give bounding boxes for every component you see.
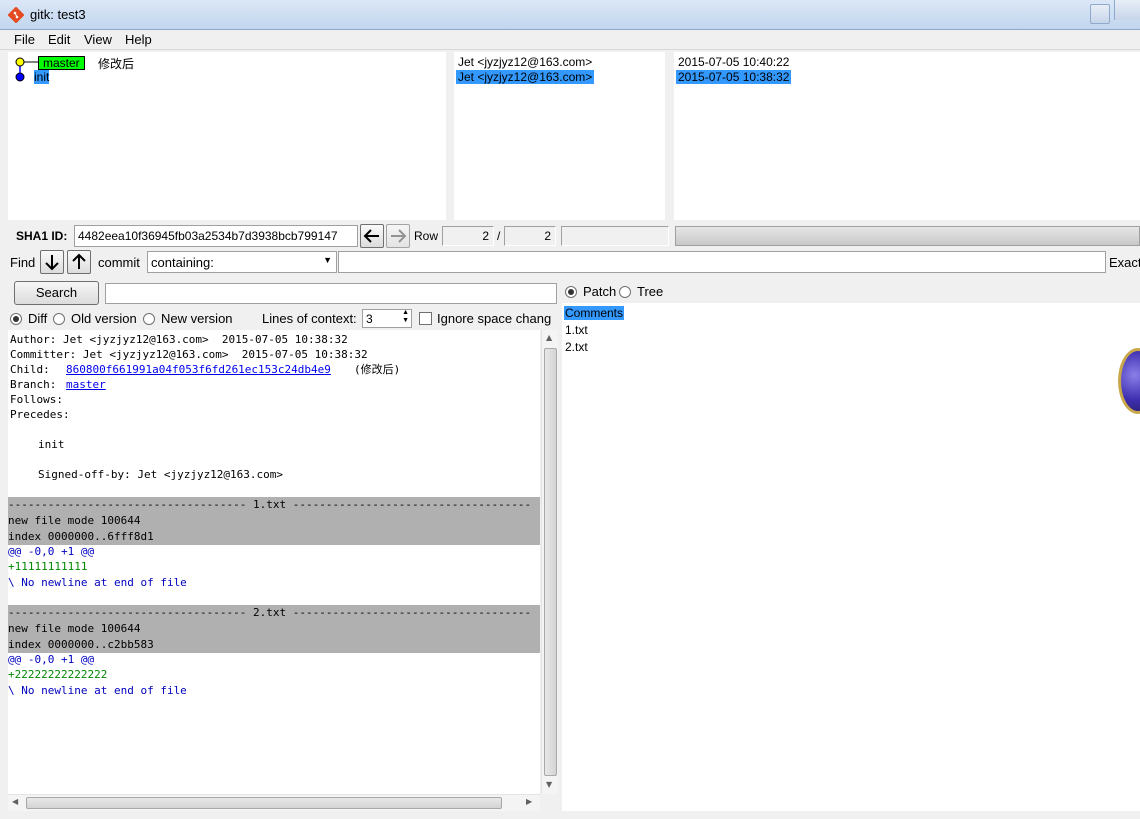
tree-label[interactable]: Tree	[637, 284, 663, 299]
diff-committer: Committer: Jet <jyzjyz12@163.com> 2015-0…	[10, 348, 368, 361]
title-bar: gitk: test3	[0, 0, 1140, 30]
file-index-2: index 0000000..c2bb583	[8, 638, 154, 651]
commit-signoff: Signed-off-by: Jet <jyzjyz12@163.com>	[38, 468, 284, 481]
menu-help[interactable]: Help	[125, 32, 152, 47]
status-field	[561, 226, 669, 246]
close-button[interactable]	[1114, 0, 1140, 20]
diff-child-label: Child:	[10, 363, 50, 376]
lines-of-context-spinner[interactable]: 3 ▲ ▼	[362, 309, 412, 328]
diff-pane[interactable]: Author: Jet <jyzjyz12@163.com> 2015-07-0…	[8, 330, 540, 794]
scroll-left-icon[interactable]: ◀	[12, 797, 18, 806]
old-version-label[interactable]: Old version	[71, 311, 137, 326]
commit-author-pane[interactable]: Jet <jyzjyz12@163.com> Jet <jyzjyz12@163…	[454, 52, 665, 220]
ignore-space-label[interactable]: Ignore space chang	[437, 311, 551, 326]
diff-vertical-scrollbar[interactable]: ▲ ▼	[541, 330, 558, 794]
diff-radio[interactable]	[10, 313, 22, 325]
menu-file[interactable]: File	[14, 32, 35, 47]
file-header-1[interactable]: ------------------------------------ 1.t…	[8, 497, 531, 512]
commit-graph-pane[interactable]: master 修改后 init	[8, 52, 446, 220]
menu-view[interactable]: View	[84, 32, 112, 47]
file-list-pane[interactable]: Comments 1.txt 2.txt	[562, 303, 1140, 811]
commit-message-selected[interactable]: init	[34, 70, 50, 84]
hunk-header-1: @@ -0,0 +1 @@	[8, 545, 95, 558]
commit-message[interactable]: 修改后	[98, 55, 134, 72]
hunk-header-2: @@ -0,0 +1 @@	[8, 653, 95, 666]
menu-edit[interactable]: Edit	[48, 32, 70, 47]
commit-author[interactable]: Jet <jyzjyz12@163.com>	[458, 55, 592, 69]
diff-precedes: Precedes:	[10, 408, 70, 421]
file-list-item[interactable]: 2.txt	[565, 340, 588, 354]
find-mode-value: containing:	[151, 255, 214, 270]
patch-label[interactable]: Patch	[583, 284, 616, 299]
sha-field[interactable]: 4482eea10f36945fb03a2534b7d3938bcb799147	[74, 225, 358, 247]
arrow-right-icon	[391, 229, 407, 243]
find-next-button[interactable]	[40, 250, 64, 274]
file-list-item[interactable]: 1.txt	[565, 323, 588, 337]
patch-radio[interactable]	[565, 286, 577, 298]
forward-button[interactable]	[386, 224, 410, 248]
file-list-item-comments[interactable]: Comments	[564, 306, 625, 320]
file-header-2[interactable]: ------------------------------------ 2.t…	[8, 605, 531, 620]
row-current: 2	[442, 226, 494, 246]
row-separator: /	[497, 229, 501, 243]
tree-radio[interactable]	[619, 286, 631, 298]
find-label: Find	[10, 255, 36, 270]
commit-body-message: init	[38, 438, 65, 451]
menu-bar: File Edit View Help	[0, 30, 1140, 50]
row-label: Row	[414, 229, 439, 243]
child-message: (修改后)	[354, 363, 401, 376]
progress-bar	[675, 226, 1140, 246]
added-line-1: +11111111111	[8, 560, 88, 573]
hscroll-thumb[interactable]	[26, 797, 502, 809]
git-logo-icon	[8, 7, 24, 23]
find-input[interactable]	[338, 251, 1106, 273]
added-line-2: +22222222222222	[8, 668, 108, 681]
window-title: gitk: test3	[30, 7, 86, 22]
scroll-up-icon[interactable]: ▲	[546, 333, 552, 342]
new-version-label[interactable]: New version	[161, 311, 233, 326]
new-version-radio[interactable]	[143, 313, 155, 325]
arrow-up-icon	[72, 253, 86, 269]
chevron-down-icon: ▼	[323, 255, 332, 265]
commit-date[interactable]: 2015-07-05 10:40:22	[678, 55, 789, 69]
find-type[interactable]: commit	[98, 255, 140, 270]
old-version-radio[interactable]	[53, 313, 65, 325]
find-mode-select[interactable]: containing: ▼	[147, 251, 337, 273]
file-mode-2: new file mode 100644	[8, 622, 141, 635]
no-newline-note-1: \ No newline at end of file	[8, 576, 187, 589]
no-newline-note-2: \ No newline at end of file	[8, 684, 187, 697]
scroll-right-icon[interactable]: ▶	[526, 797, 532, 806]
ignore-space-checkbox[interactable]	[419, 312, 432, 325]
branch-link[interactable]: master	[66, 377, 106, 392]
file-index-1: index 0000000..6fff8d1	[8, 530, 154, 543]
arrow-left-icon	[363, 229, 379, 243]
diff-horizontal-scrollbar[interactable]: ◀ ▶	[8, 794, 540, 811]
diff-author: Author: Jet <jyzjyz12@163.com> 2015-07-0…	[10, 333, 348, 346]
lines-of-context-value: 3	[366, 312, 373, 326]
arrow-down-icon	[45, 255, 59, 271]
minimize-button[interactable]	[1090, 4, 1110, 24]
diff-label[interactable]: Diff	[28, 311, 47, 326]
row-total: 2	[504, 226, 556, 246]
file-mode-1: new file mode 100644	[8, 514, 141, 527]
commit-date-pane[interactable]: 2015-07-05 10:40:22 2015-07-05 10:38:32	[674, 52, 1140, 220]
scroll-down-icon[interactable]: ▼	[546, 780, 552, 789]
child-sha-link[interactable]: 860800f661991a04f053f6fd261ec153c24db4e9	[66, 362, 331, 377]
scroll-thumb[interactable]	[544, 348, 557, 776]
spinner-arrows-icon[interactable]: ▲ ▼	[402, 310, 409, 325]
commit-node-head[interactable]	[15, 57, 25, 67]
lines-of-context-label: Lines of context:	[262, 311, 357, 326]
exact-label[interactable]: Exact	[1109, 255, 1140, 270]
search-input[interactable]	[105, 283, 557, 304]
commit-node[interactable]	[15, 72, 25, 82]
sha-label: SHA1 ID:	[16, 229, 68, 243]
diff-follows: Follows:	[10, 393, 63, 406]
branch-label-master[interactable]: master	[38, 56, 85, 70]
diff-branch-label: Branch:	[10, 378, 57, 391]
find-prev-button[interactable]	[67, 250, 91, 274]
search-button[interactable]: Search	[14, 281, 99, 305]
back-button[interactable]	[360, 224, 384, 248]
commit-author-selected[interactable]: Jet <jyzjyz12@163.com>	[456, 70, 595, 84]
commit-date-selected[interactable]: 2015-07-05 10:38:32	[676, 70, 792, 84]
